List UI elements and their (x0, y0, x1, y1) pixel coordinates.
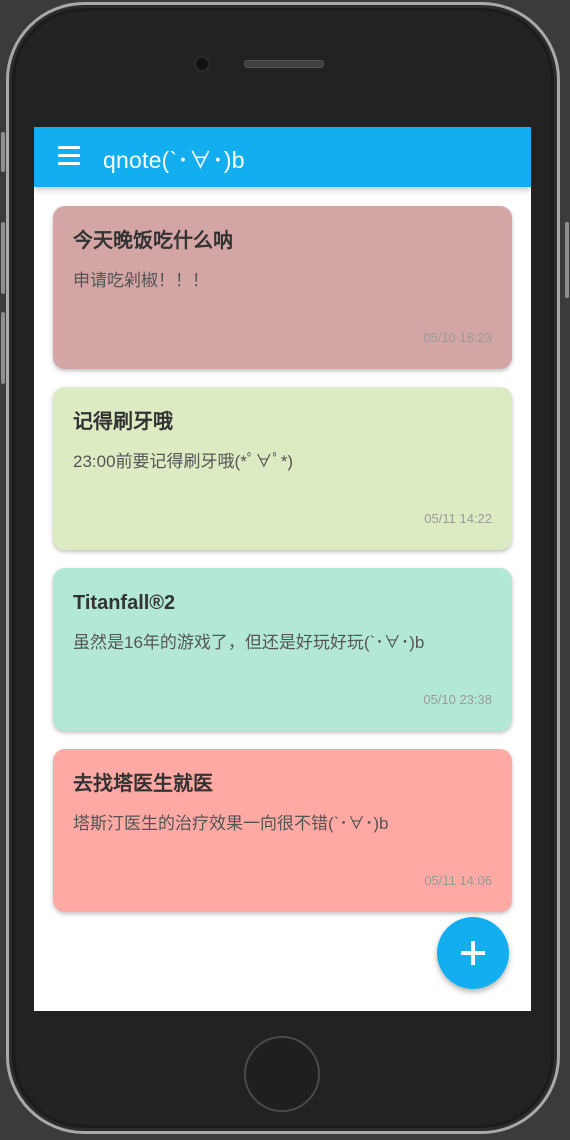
note-timestamp: 05/10 23:38 (423, 692, 492, 707)
note-timestamp: 05/11 14:22 (424, 511, 492, 526)
note-card[interactable]: 记得刷牙哦 23:00前要记得刷牙哦(*ﾟ∀ﾟ*) 05/11 14:22 (53, 387, 512, 550)
home-button[interactable] (244, 1036, 320, 1112)
menu-icon[interactable] (58, 146, 80, 166)
note-card[interactable]: Titanfall®2 虽然是16年的游戏了，但还是好玩好玩(`･∀･)b 05/1… (53, 568, 512, 731)
note-card[interactable]: 今天晚饭吃什么呐 申请吃剁椒！！！ 05/10 18:23 (53, 206, 512, 369)
note-body: 虽然是16年的游戏了，但还是好玩好玩(`･∀･)b (73, 633, 425, 652)
earpiece-speaker (244, 60, 324, 68)
note-body: 23:00前要记得刷牙哦(*ﾟ∀ﾟ*) (73, 452, 294, 471)
note-title: 记得刷牙哦 (73, 411, 173, 433)
app-screen: qnote(`･∀･)b 今天晚饭吃什么呐 申请吃剁椒！！！ 05/10 18:23… (34, 127, 531, 1011)
volume-down-button (1, 312, 5, 384)
front-camera (196, 58, 208, 70)
note-list: 今天晚饭吃什么呐 申请吃剁椒！！！ 05/10 18:23 记得刷牙哦 23:00前要记… (53, 206, 512, 930)
note-title: 今天晚饭吃什么呐 (73, 230, 233, 252)
plus-icon (461, 941, 485, 965)
note-title: Titanfall®2 (73, 592, 176, 614)
app-title: qnote(`･∀･)b (103, 147, 245, 173)
volume-up-button (1, 222, 5, 294)
power-button (565, 222, 569, 298)
note-card[interactable]: 去找塔医生就医塔斯汀医生的治疗效果一向很不错(`･∀･)b 05/11 14:06 (53, 749, 512, 912)
mute-switch (1, 132, 5, 172)
note-body: 申请吃剁椒！！！ (73, 271, 209, 290)
note-timestamp: 05/11 14:06 (424, 873, 492, 888)
note-title: 去找塔医生就医 (73, 773, 213, 795)
note-body: 塔斯汀医生的治疗效果一向很不错(`･∀･)b (73, 814, 389, 833)
app-bar: qnote(`･∀･)b (34, 127, 531, 187)
add-note-button[interactable] (437, 917, 509, 989)
note-timestamp: 05/10 18:23 (423, 330, 492, 345)
device-frame-stage: qnote(`･∀･)b 今天晚饭吃什么呐 申请吃剁椒！！！ 05/10 18:23… (0, 0, 570, 1140)
